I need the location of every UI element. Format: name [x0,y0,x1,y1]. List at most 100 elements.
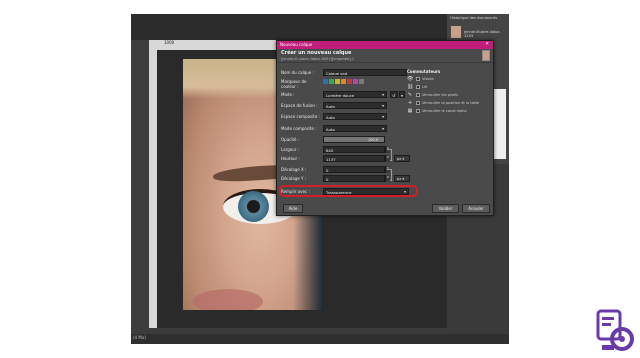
switch-lock-position[interactable]: ✛ Verrouiller la position et la taille [407,100,492,108]
color-tag-swatch[interactable] [323,79,328,84]
mode-reset-icon[interactable]: ↺ [390,91,398,98]
dialog-heading: Créer un nouveau calque [281,50,352,56]
ruler-mark: 1000 [164,40,175,45]
offset-y-row: Décalage Y : 0 ± px ▾ [281,175,411,182]
brush-icon: ✎ [407,92,413,98]
lock-position-checkbox[interactable] [416,101,420,105]
lock-pixels-checkbox[interactable] [416,93,420,97]
height-row: Hauteur : 1137 ± px ▾ [281,155,411,162]
switch-visible[interactable]: 👁 Visible [407,76,492,84]
layer-name-input[interactable]: Calque sad [323,69,407,76]
switch-label: Lié [422,85,428,89]
color-tag-label: Marqueur de couleur : [281,79,307,89]
fill-label: Remplir avec : [281,189,310,194]
panel-header: Historique des documents [450,16,498,20]
color-tag-swatch[interactable] [365,79,370,84]
history-item[interactable]: jennie-illustre-ilakur-1253 [461,28,509,40]
fill-row: Remplir avec : Transparence ▾ [279,185,418,197]
dialog-subheading: [jennie-ill-unenc-fabric-5051][importée]… [281,57,355,61]
mode-row: Mode : Lumière douce ▾ ↺ ▾ [281,91,411,98]
opacity-row: Opacité : 100.0 [281,136,411,143]
dialog-titlebar[interactable]: Nouveau calque ✕ [277,41,493,49]
fill-select[interactable]: Transparence ▾ [323,188,409,195]
switch-label: Verrouiller le canal alpha [422,109,467,113]
eye-icon: 👁 [407,76,414,82]
new-layer-dialog: Nouveau calque ✕ Créer un nouveau calque… [276,40,494,216]
height-label: Hauteur : [281,156,300,161]
color-tag-swatch[interactable] [347,79,352,84]
composite-mode-row: Mode composite : Auto ▾ [281,125,411,132]
chevron-down-icon: ▾ [382,103,384,108]
composite-mode-label: Mode composite : [281,126,317,131]
unit-value: px [397,177,402,181]
switch-linked[interactable]: ⛓ Lié [407,84,492,92]
lock-alpha-checkbox[interactable] [416,109,420,113]
offset-y-label: Décalage Y : [281,176,307,181]
width-label: Largeur : [281,147,300,152]
image-iris [238,191,269,222]
dialog-header: Créer un nouveau calque [jennie-ill-unen… [277,49,493,63]
unit-value: px [397,157,402,161]
color-tag-swatch[interactable] [335,79,340,84]
layer-name-label: Nom du calque : [281,70,314,75]
width-input[interactable]: 840 [323,146,385,153]
composite-space-row: Espace composite : Auto ▾ [281,113,411,120]
offset-y-stepper[interactable]: ± [385,175,390,182]
offset-unit-select[interactable]: px ▾ [394,175,410,182]
switch-lock-alpha[interactable]: ▦ Verrouiller le canal alpha [407,108,492,116]
mode-value: Lumière douce [326,93,355,98]
height-input[interactable]: 1137 [323,155,385,162]
switch-label: Verrouiller la position et la taille [422,101,480,105]
opacity-slider[interactable]: 100.0 [323,136,385,143]
ok-button[interactable]: Valider [432,204,459,213]
visible-checkbox[interactable] [416,77,420,81]
blend-space-value: Auto [326,104,335,109]
linked-checkbox[interactable] [416,85,420,89]
layer-name-row: Nom du calque : Calque sad [281,69,411,76]
status-bar: (4 Mo) [131,334,509,344]
switch-lock-pixels[interactable]: ✎ Verrouiller les pixels [407,92,492,100]
chevron-down-icon: ▾ [404,189,406,194]
blend-space-label: Espace de fusion : [281,103,318,108]
cancel-button[interactable]: Annuler [462,204,490,213]
color-tag-row: Marqueur de couleur : [281,78,411,89]
color-tag-swatch[interactable] [341,79,346,84]
chevron-down-icon: ▾ [382,114,384,119]
move-icon: ✛ [407,100,413,106]
dialog-title: Nouveau calque [280,42,313,47]
opacity-label: Opacité : [281,137,300,142]
height-stepper[interactable]: ± [385,155,390,162]
checkerboard-icon: ▦ [407,108,413,114]
mode-select[interactable]: Lumière douce ▾ [323,91,387,98]
close-icon[interactable]: ✕ [485,42,489,47]
vertical-ruler [149,50,157,328]
mode-label: Mode : [281,92,295,97]
switch-label: Verrouiller les pixels [422,93,459,97]
offset-y-input[interactable]: 0 [323,175,385,182]
status-text: (4 Mo) [133,335,146,340]
image-lips [193,289,263,310]
composite-mode-select[interactable]: Auto ▾ [323,125,387,132]
chain-icon: ⛓ [407,84,414,90]
switches-panel: Commutateurs 👁 Visible ⛓ Lié ✎ Verrouill… [407,69,492,116]
brand-logo [596,309,634,351]
blend-space-select[interactable]: Auto ▾ [323,102,387,109]
image-thumbnail-icon [482,50,490,61]
size-unit-select[interactable]: px ▾ [394,155,410,162]
opacity-value: 100.0 [367,138,378,142]
composite-mode-value: Auto [326,127,335,132]
chevron-down-icon: ▾ [382,126,384,131]
offset-x-label: Décalage X : [281,167,307,172]
composite-space-select[interactable]: Auto ▾ [323,113,387,120]
help-button[interactable]: Aide [283,204,303,213]
fill-value: Transparence [326,190,352,195]
composite-space-value: Auto [326,115,335,120]
history-thumbnail[interactable] [451,26,461,38]
switch-label: Visible [422,77,434,81]
color-tag-swatch[interactable] [359,79,364,84]
color-tag-swatch[interactable] [353,79,358,84]
color-tag-swatch[interactable] [329,79,334,84]
chevron-down-icon[interactable]: ▾ [399,91,405,98]
offset-x-input[interactable]: 0 [323,166,385,173]
blend-space-row: Espace de fusion : Auto ▾ [281,102,411,109]
